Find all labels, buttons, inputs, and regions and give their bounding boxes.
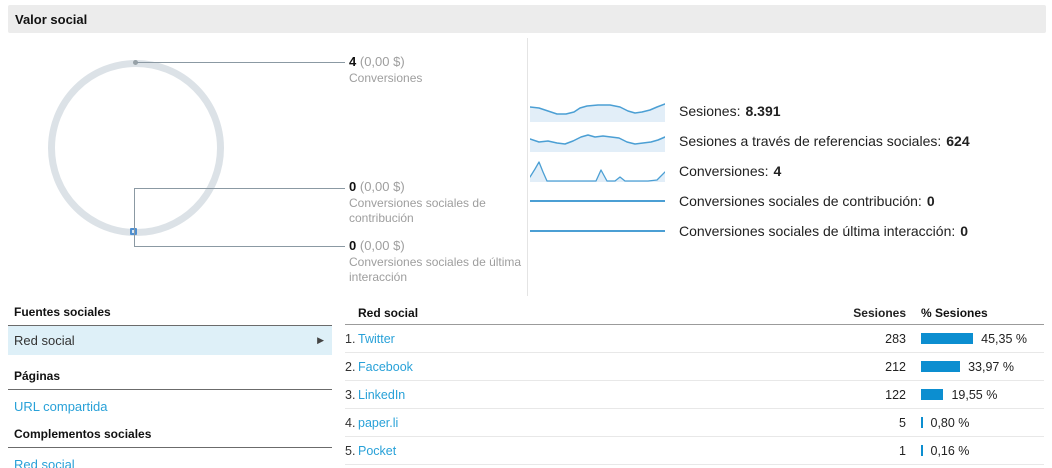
sessions-value: 1: [899, 443, 906, 458]
callout-line: [134, 188, 135, 247]
callout-value: 0: [349, 238, 357, 253]
metric-assisted-conversions: Conversiones sociales de contribución: 0: [530, 186, 970, 216]
metrics-panel: Sesiones: 8.391 Sesiones a través de refe…: [530, 96, 970, 246]
callout-value: 4: [349, 54, 357, 69]
metric-label: Conversiones sociales de última interacc…: [679, 223, 969, 239]
percentage-bar: [921, 361, 961, 372]
sparkline-chart: [530, 134, 665, 152]
callout-money: (0,00 $): [359, 54, 405, 69]
sidebar-header-complementos-sociales: Complementos sociales: [8, 423, 332, 448]
callout-line: [134, 188, 345, 189]
percentage-label: 45,35 %: [981, 331, 1028, 346]
table-header-row: Red social Sesiones % Sesiones: [345, 302, 1044, 325]
column-header-pct-sesiones[interactable]: % Sesiones: [906, 306, 1044, 320]
callout-conversions: 4 (0,00 $) Conversiones: [349, 54, 527, 86]
section-header: Valor social: [8, 5, 1046, 33]
percentage-bar: [921, 333, 974, 344]
vertical-divider: [527, 38, 528, 296]
sidebar-header-paginas: Páginas: [8, 365, 332, 390]
sessions-value: 212: [885, 359, 906, 374]
sparkline-chart: [530, 230, 665, 232]
chevron-right-icon: ▶: [317, 335, 324, 345]
table-row: 4. paper.li 5 0,80 %: [345, 409, 1044, 437]
callout-desc: Conversiones sociales de última interacc…: [349, 255, 522, 284]
table-row: 1. Twitter 283 45,35 %: [345, 325, 1044, 353]
sidebar-header-fuentes-sociales: Fuentes sociales: [8, 301, 332, 326]
sparkline-chart: [530, 161, 665, 182]
metric-label: Conversiones: 4: [679, 163, 782, 179]
metric-label: Sesiones: 8.391: [679, 103, 781, 119]
callout-money: (0,00 $): [359, 179, 405, 194]
metric-conversions: Conversiones: 4: [530, 156, 970, 186]
table-row: 2. Facebook 212 33,97 %: [345, 353, 1044, 381]
row-rank: 5.: [345, 443, 356, 458]
percentage-label: 0,80 %: [930, 415, 970, 430]
callout-line: [137, 62, 345, 63]
callout-line: [134, 246, 345, 247]
callout-value: 0: [349, 179, 357, 194]
percentage-bar: [921, 417, 923, 428]
link-facebook[interactable]: Facebook: [358, 360, 806, 374]
link-paper-li[interactable]: paper.li: [358, 416, 806, 430]
metric-last-interaction-conversions: Conversiones sociales de última interacc…: [530, 216, 970, 246]
percentage-label: 19,55 %: [951, 387, 998, 402]
report-nav-sidebar: Fuentes sociales Red social ▶ Páginas UR…: [8, 301, 332, 468]
row-rank: 1.: [345, 331, 356, 346]
percentage-label: 0,16 %: [930, 443, 970, 458]
table-row: 3. LinkedIn 122 19,55 %: [345, 381, 1044, 409]
sidebar-item-red-social[interactable]: Red social: [8, 448, 332, 468]
page-title: Valor social: [15, 11, 88, 27]
row-rank: 4.: [345, 415, 356, 430]
sidebar-item-label: Red social: [14, 333, 75, 348]
link-twitter[interactable]: Twitter: [358, 332, 806, 346]
conversions-donut-chart: [48, 60, 224, 236]
metric-label: Conversiones sociales de contribución: 0: [679, 193, 935, 209]
sessions-value: 122: [885, 387, 906, 402]
sparkline-chart: [530, 103, 665, 122]
callout-last-interaction-conversions: 0 (0,00 $) Conversiones sociales de últi…: [349, 238, 527, 285]
sidebar-item-red-social-selected[interactable]: Red social ▶: [8, 326, 332, 355]
metric-label: Sesiones a través de referencias sociale…: [679, 133, 970, 149]
percentage-bar: [921, 389, 944, 400]
social-value-report: Valor social 4 (0,00 $) Conversiones 0 (…: [0, 0, 1052, 468]
table-row: 5. Pocket 1 0,16 %: [345, 437, 1044, 465]
callout-money: (0,00 $): [359, 238, 405, 253]
link-linkedin[interactable]: LinkedIn: [358, 388, 806, 402]
column-header-red-social[interactable]: Red social: [345, 306, 806, 320]
callout-assisted-conversions: 0 (0,00 $) Conversiones sociales de cont…: [349, 179, 527, 226]
callout-desc: Conversiones sociales de contribución: [349, 196, 486, 225]
link-pocket[interactable]: Pocket: [358, 444, 806, 458]
callout-desc: Conversiones: [349, 71, 423, 85]
row-rank: 3.: [345, 387, 356, 402]
percentage-label: 33,97 %: [968, 359, 1014, 374]
column-header-sesiones[interactable]: Sesiones: [806, 306, 906, 320]
sidebar-item-url-compartida[interactable]: URL compartida: [8, 390, 332, 423]
percentage-bar: [921, 445, 923, 456]
sparkline-chart: [530, 200, 665, 202]
metric-sessions: Sesiones: 8.391: [530, 96, 970, 126]
sessions-value: 5: [899, 415, 906, 430]
row-rank: 2.: [345, 359, 356, 374]
social-network-table: Red social Sesiones % Sesiones 1. Twitte…: [345, 302, 1044, 465]
sessions-value: 283: [885, 331, 906, 346]
metric-social-referral-sessions: Sesiones a través de referencias sociale…: [530, 126, 970, 156]
